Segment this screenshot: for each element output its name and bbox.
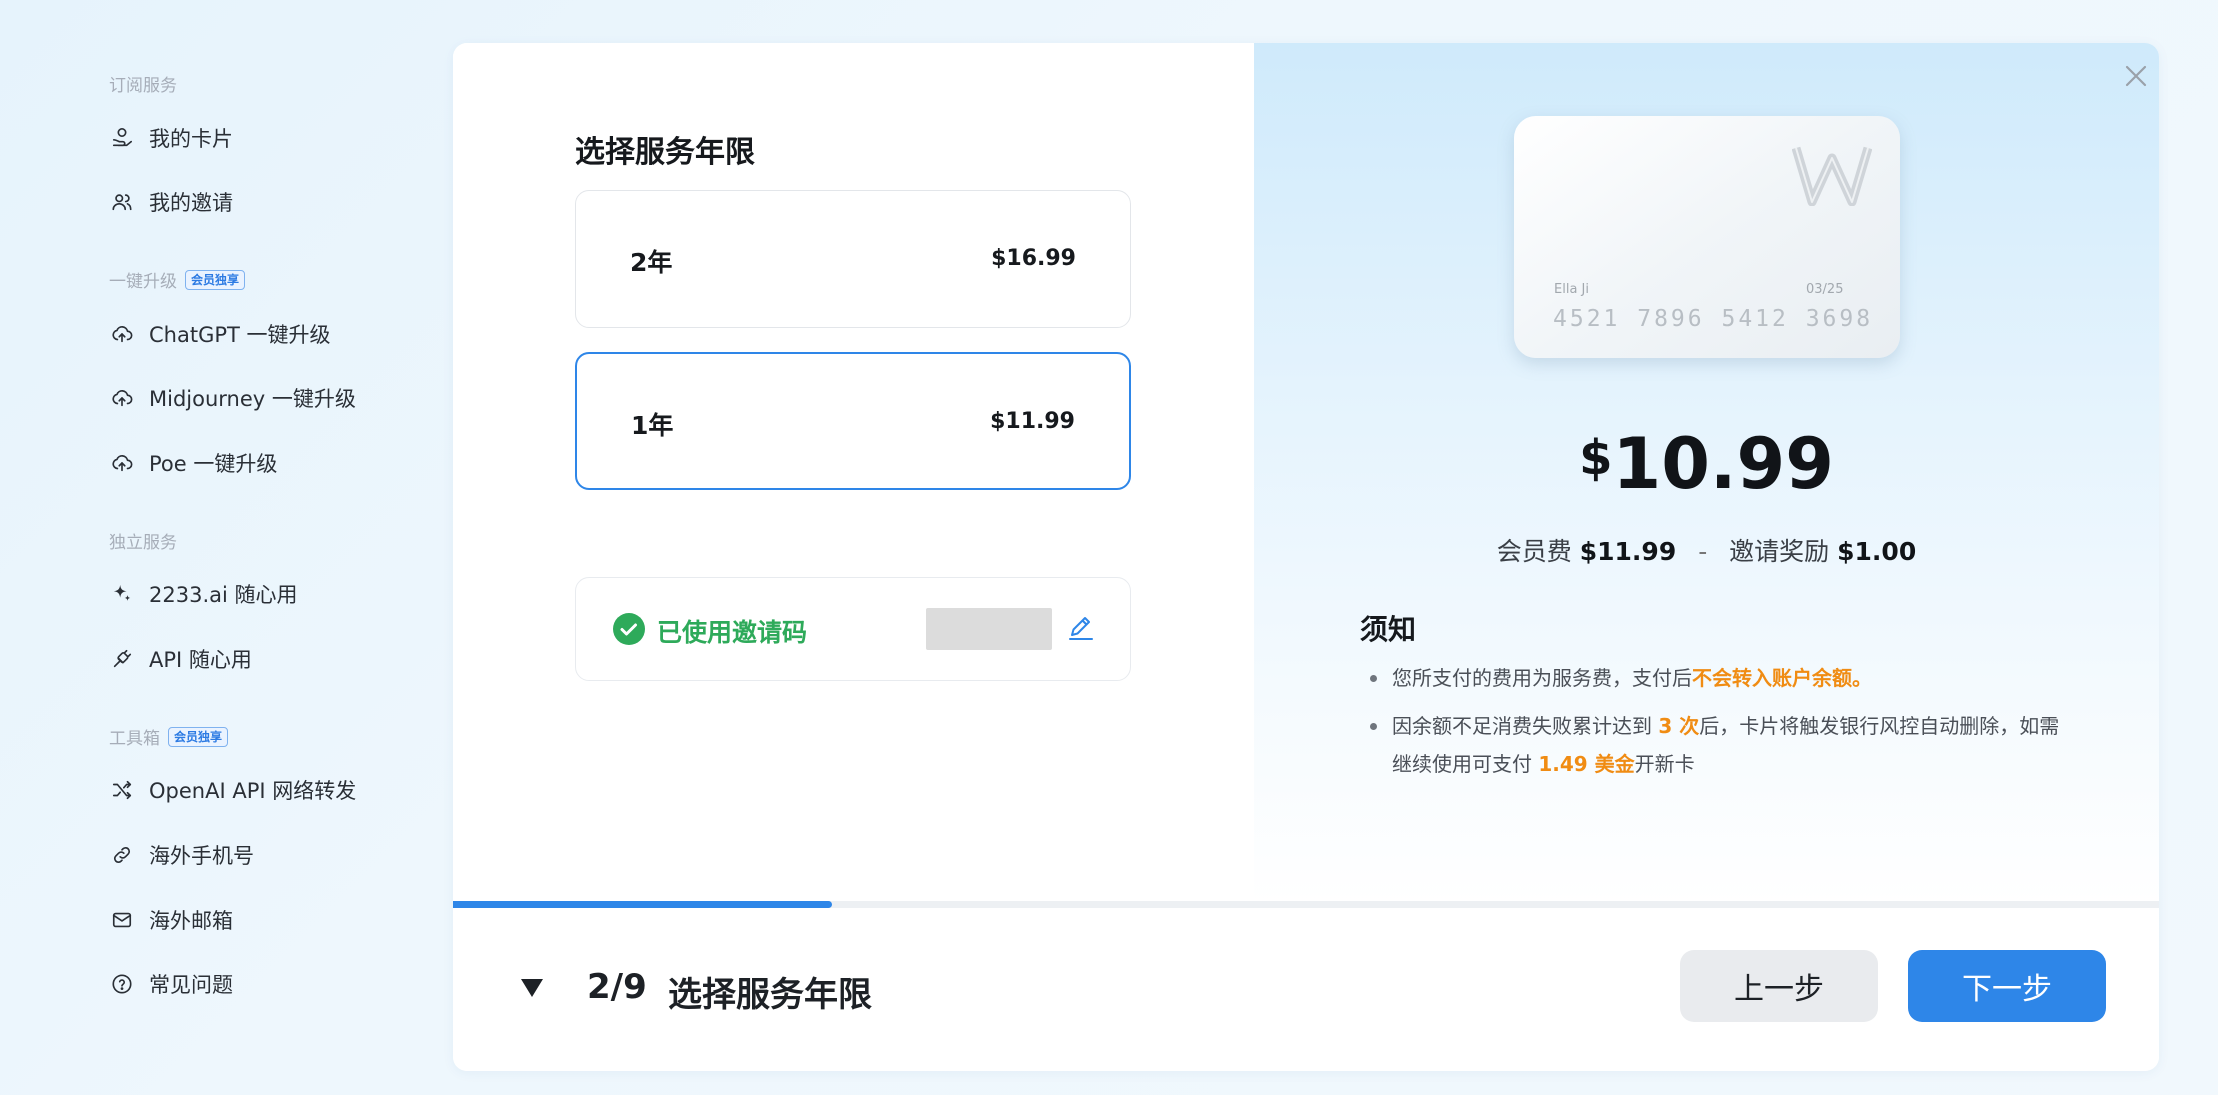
notice-text: 您所支付的费用为服务费，支付后 [1392,666,1692,690]
caret-down-icon[interactable] [517,972,547,1002]
reward-label: 邀请奖励 [1729,537,1830,566]
sidebar-item-my-invites[interactable]: 我的邀请 [109,185,233,219]
sparkle-icon [109,581,135,607]
step-counter: 2/9 [587,967,647,1007]
coins-icon [109,125,135,151]
price-amount: 10.99 [1612,423,1834,505]
invite-code-box: 已使用邀请码 [575,577,1131,681]
previous-button[interactable]: 上一步 [1680,950,1878,1022]
sidebar-item-overseas-email[interactable]: 海外邮箱 [109,903,233,937]
sidebar-item-label: 常见问题 [149,973,233,997]
notice-item: 您所支付的费用为服务费，支付后不会转入账户余额。 [1360,659,2060,697]
plan-selection-pane: 选择服务年限 2年 $16.99 1年 $11.99 已使用邀请码 [453,43,1254,903]
section-label-toolbox: 工具箱 会员独享 [109,724,229,749]
sidebar-item-midjourney-upgrade[interactable]: Midjourney 一键升级 [109,381,356,415]
plan-years: 2年 [630,248,673,277]
invite-code-status: 已使用邀请码 [657,618,808,647]
members-only-badge: 会员独享 [168,726,229,747]
reward-value: $1.00 [1837,537,1917,566]
notice-list: 您所支付的费用为服务费，支付后不会转入账户余额。 因余额不足消费失败累计达到 3… [1360,659,2060,793]
section-label-text: 订阅服务 [109,76,177,96]
link-icon [109,842,135,868]
card-holder-name: Ella Ji [1554,282,1589,297]
sidebar-item-label: ChatGPT 一键升级 [149,323,331,347]
invite-code-redacted [926,608,1052,650]
progress-fill [453,901,832,908]
sidebar-item-label: 我的卡片 [149,127,233,151]
breakdown-separator: - [1698,537,1708,566]
next-button[interactable]: 下一步 [1908,950,2106,1022]
plan-years: 1年 [631,411,674,440]
sidebar-item-label: 海外邮箱 [149,909,233,933]
notice-highlight: 不会转入账户余额。 [1692,666,1872,690]
plan-price: $11.99 [990,409,1075,434]
sidebar-item-overseas-phone[interactable]: 海外手机号 [109,838,254,872]
sidebar-item-api[interactable]: API 随心用 [109,642,252,676]
checkout-dialog: 选择服务年限 2年 $16.99 1年 $11.99 已使用邀请码 Ella J… [453,43,2159,1071]
sidebar: 订阅服务 我的卡片 我的邀请 一键升级 会员独享 ChatGPT 一键升级 Mi… [0,0,452,1095]
close-icon[interactable] [2115,55,2157,97]
sidebar-item-label: 我的邀请 [149,191,233,215]
section-label-text: 一键升级 [109,272,177,292]
cloud-upload-icon [109,321,135,347]
card-logo [1792,146,1872,206]
sidebar-item-label: 2233.ai 随心用 [149,583,298,607]
mail-icon [109,907,135,933]
plan-price: $16.99 [991,246,1076,271]
section-label-text: 工具箱 [109,729,160,749]
sidebar-item-chatgpt-upgrade[interactable]: ChatGPT 一键升级 [109,317,331,351]
sidebar-item-label: OpenAI API 网络转发 [149,779,357,803]
virtual-card: Ella Ji 03/25 4521 7896 5412 3698 [1514,116,1900,358]
sidebar-item-openai-proxy[interactable]: OpenAI API 网络转发 [109,773,356,807]
fee-label: 会员费 [1496,537,1572,566]
sidebar-item-label: Poe 一键升级 [149,452,278,476]
notice-highlight: 3 次 [1658,714,1700,738]
edit-icon[interactable] [1066,613,1096,643]
currency-symbol: $ [1579,430,1613,486]
members-only-badge: 会员独享 [185,269,246,290]
sidebar-item-faq[interactable]: 常见问题 [109,967,233,1001]
section-label-text: 独立服务 [109,533,177,553]
check-circle-icon [613,613,645,645]
sidebar-item-label: Midjourney 一键升级 [149,387,356,411]
progress-bar [453,901,2159,908]
help-circle-icon [109,971,135,997]
plan-option-1-year[interactable]: 1年 $11.99 [575,352,1131,490]
price-breakdown: 会员费 $11.99 - 邀请奖励 $1.00 [1254,532,2159,568]
cloud-upload-icon [109,450,135,476]
fee-value: $11.99 [1579,537,1677,566]
section-label-subscription: 订阅服务 [109,71,177,96]
sidebar-item-label: API 随心用 [149,648,252,672]
plan-option-2-years[interactable]: 2年 $16.99 [575,190,1131,328]
plug-icon [109,646,135,672]
summary-pane: Ella Ji 03/25 4521 7896 5412 3698 $10.99… [1254,43,2159,903]
notice-title: 须知 [1360,613,1417,646]
section-label-standalone: 独立服务 [109,528,177,553]
step-title: 选择服务年限 [668,975,872,1015]
shuffle-icon [109,777,135,803]
sidebar-item-2233ai[interactable]: 2233.ai 随心用 [109,577,298,611]
users-icon [109,189,135,215]
notice-text: 开新卡 [1634,752,1695,776]
cloud-upload-icon [109,385,135,411]
sidebar-item-poe-upgrade[interactable]: Poe 一键升级 [109,446,277,480]
notice-text: 因余额不足消费失败累计达到 [1392,714,1659,738]
card-number: 4521 7896 5412 3698 [1553,306,1874,332]
notice-item: 因余额不足消费失败累计达到 3 次后，卡片将触发银行风控自动删除，如需继续使用可… [1360,707,2060,783]
wizard-footer: 2/9 选择服务年限 上一步 下一步 [453,908,2159,1071]
page-title: 选择服务年限 [575,135,755,170]
total-price: $10.99 [1254,423,2159,505]
card-expiry: 03/25 [1806,282,1844,297]
notice-highlight: 1.49 美金 [1538,752,1635,776]
sidebar-item-my-card[interactable]: 我的卡片 [109,121,233,155]
section-label-upgrade: 一键升级 会员独享 [109,267,246,292]
sidebar-item-label: 海外手机号 [149,844,254,868]
